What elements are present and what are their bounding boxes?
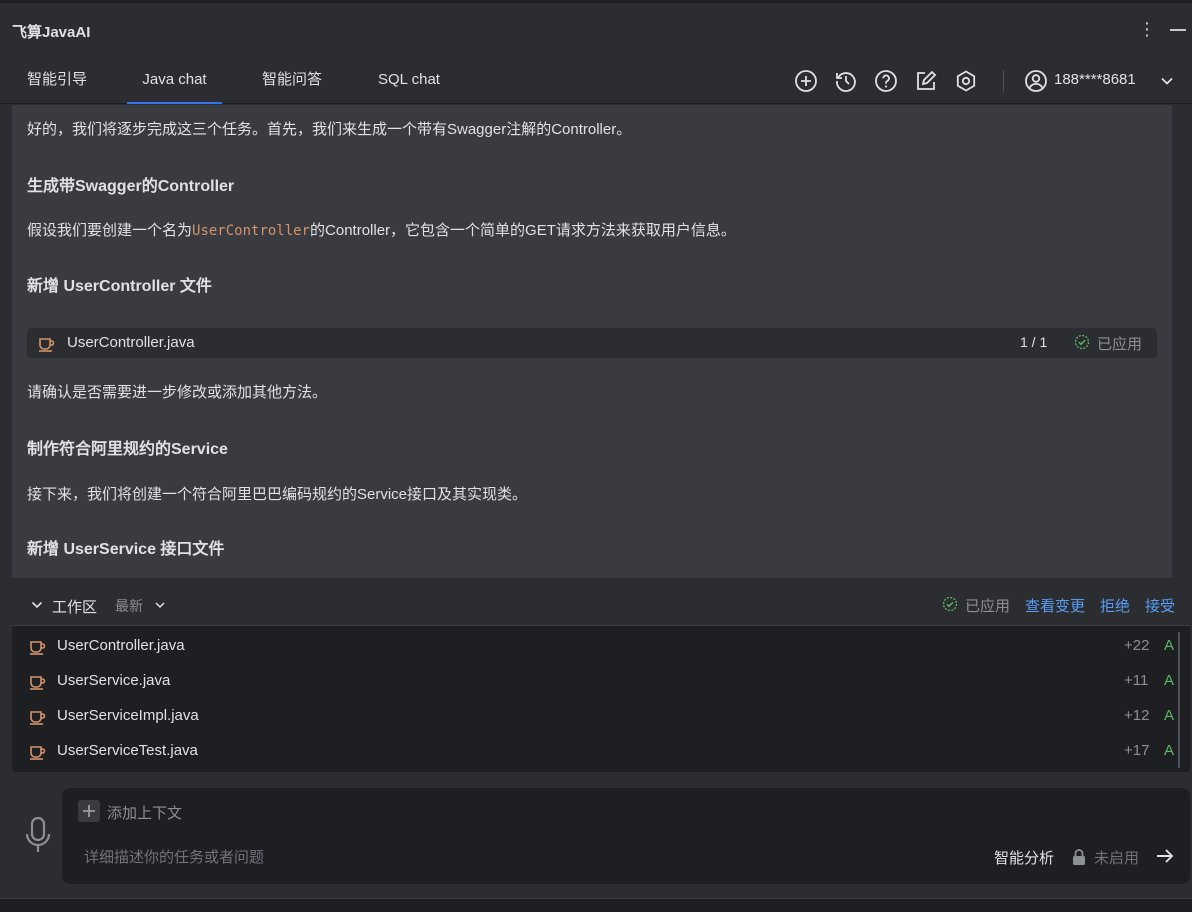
reject-link[interactable]: 拒绝 (1100, 595, 1130, 616)
file-name[interactable]: UserController.java (57, 637, 185, 654)
file-name[interactable]: UserService.java (57, 672, 170, 689)
edit-icon[interactable] (914, 69, 938, 93)
chat-paragraph-service: 接下来，我们将创建一个符合阿里巴巴编码规约的Service接口及其实现类。 (27, 486, 528, 503)
prompt-input[interactable] (84, 844, 964, 870)
workspace-file-row[interactable]: UserServiceImpl.java +12 A (12, 698, 1178, 733)
workspace-panel: 工作区 最新 已应用 查看变更 拒绝 接受 UserController.jav… (12, 584, 1190, 772)
file-card-name[interactable]: UserController.java (67, 334, 195, 351)
chat-heading-new-file: 新增 UserController 文件 (27, 278, 212, 295)
plus-icon[interactable] (78, 800, 100, 822)
file-status-badge: A (1164, 672, 1175, 689)
user-name[interactable]: 188****8681 (1054, 71, 1136, 88)
bottom-strip (0, 898, 1192, 912)
smart-analysis-label[interactable]: 智能分析 (994, 847, 1054, 868)
java-file-icon (28, 637, 46, 655)
input-area: 添加上下文 智能分析 未启用 (0, 774, 1192, 898)
workspace-header: 工作区 最新 已应用 查看变更 拒绝 接受 (12, 584, 1190, 626)
chat-intro: 好的，我们将逐步完成这三个任务。首先，我们来生成一个带有Swagger注解的Co… (27, 121, 632, 138)
chevron-down-icon[interactable] (154, 598, 166, 610)
check-circle-icon (942, 596, 958, 612)
minimize-icon[interactable] (1170, 29, 1186, 31)
view-changes-link[interactable]: 查看变更 (1025, 595, 1085, 616)
file-name[interactable]: UserServiceTest.java (57, 742, 198, 759)
file-card-status: 已应用 (1097, 336, 1143, 353)
smart-analysis-status: 未启用 (1094, 850, 1140, 867)
prompt-box: 添加上下文 智能分析 未启用 (62, 788, 1190, 884)
settings-icon[interactable] (954, 69, 978, 93)
paragraph-text: 的Controller，它包含一个简单的GET请求方法来获取用户信息。 (310, 222, 736, 239)
file-diff-count: +12 (1124, 707, 1150, 724)
check-circle-icon (1074, 334, 1090, 350)
tab-java-chat[interactable]: Java chat (127, 58, 222, 104)
java-file-icon (37, 334, 55, 352)
file-diff-count: +22 (1124, 637, 1150, 654)
file-diff-count: +11 (1124, 672, 1149, 689)
lock-icon (1071, 848, 1087, 866)
file-diff-count: +17 (1124, 742, 1150, 759)
history-icon[interactable] (834, 69, 858, 93)
tab-smart-guide[interactable]: 智能引导 (15, 58, 99, 104)
add-context-button[interactable]: 添加上下文 (107, 802, 182, 823)
accept-link[interactable]: 接受 (1145, 595, 1175, 616)
chevron-down-icon[interactable] (1158, 72, 1176, 90)
java-file-icon (28, 672, 46, 690)
toolbar-divider (1003, 70, 1004, 92)
tab-bar: 智能引导 Java chat 智能问答 SQL chat 188****8681 (0, 58, 1192, 104)
file-status-badge: A (1164, 637, 1175, 654)
tab-sql-chat[interactable]: SQL chat (364, 58, 454, 104)
tab-smart-qa[interactable]: 智能问答 (250, 58, 334, 104)
chat-message: 好的，我们将逐步完成这三个任务。首先，我们来生成一个带有Swagger注解的Co… (12, 105, 1172, 578)
user-avatar-icon[interactable] (1024, 69, 1048, 93)
chat-heading-service: 制作符合阿里规约的Service (27, 441, 228, 458)
workspace-file-row[interactable]: UserService.java +11 A (12, 663, 1178, 698)
send-arrow-icon[interactable] (1155, 847, 1175, 865)
chat-paragraph: 假设我们要创建一个名为UserController的Controller，它包含… (27, 219, 736, 240)
file-card-count: 1 / 1 (1020, 334, 1048, 350)
chat-confirm: 请确认是否需要进一步修改或添加其他方法。 (27, 384, 328, 401)
workspace-scrollbar[interactable] (1178, 632, 1180, 768)
file-status-badge: A (1164, 742, 1175, 759)
chevron-down-icon[interactable] (30, 598, 44, 612)
more-options-icon[interactable]: ⋮ (1138, 17, 1156, 41)
workspace-file-row[interactable]: UserServiceTest.java +17 A (12, 733, 1178, 768)
file-card[interactable]: UserController.java 1 / 1 已应用 (27, 328, 1157, 358)
inline-code: UserController (192, 223, 311, 239)
chat-heading-controller: 生成带Swagger的Controller (27, 178, 235, 195)
file-name[interactable]: UserServiceImpl.java (57, 707, 199, 724)
workspace-file-row[interactable]: UserController.java +22 A (12, 628, 1178, 663)
java-file-icon (28, 707, 46, 725)
chat-heading-new-interface: 新增 UserService 接口文件 (27, 541, 225, 558)
workspace-filter[interactable]: 最新 (115, 596, 143, 616)
paragraph-text: 假设我们要创建一个名为 (27, 222, 193, 239)
title-bar: 飞算JavaAI ⋮ (0, 0, 1192, 58)
java-file-icon (28, 742, 46, 760)
microphone-icon[interactable] (24, 816, 52, 856)
file-status-badge: A (1164, 707, 1175, 724)
workspace-applied-status: 已应用 (965, 598, 1011, 615)
plus-circle-icon[interactable] (794, 69, 818, 93)
workspace-title[interactable]: 工作区 (52, 596, 97, 617)
app-title: 飞算JavaAI (12, 24, 91, 41)
help-icon[interactable] (874, 69, 898, 93)
